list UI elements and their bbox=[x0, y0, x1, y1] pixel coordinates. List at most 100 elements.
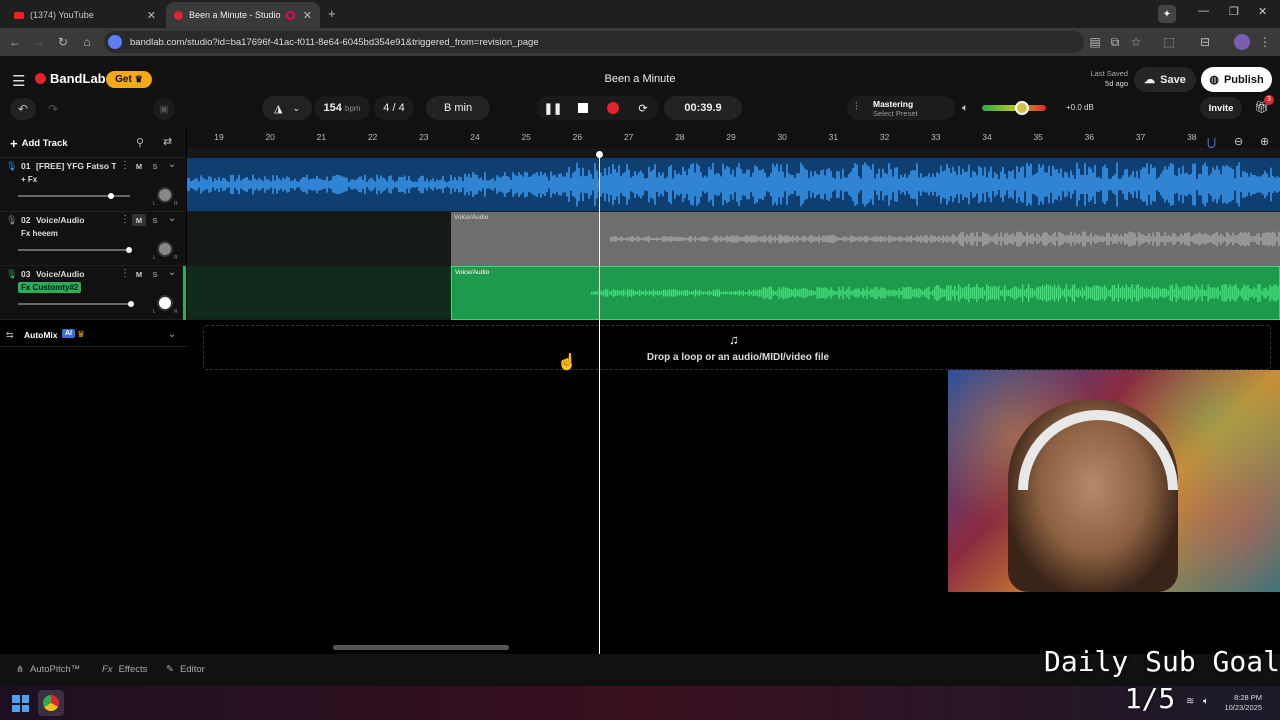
url-text: bandlab.com/studio?id=ba17696f-41ac-f011… bbox=[130, 36, 539, 48]
track-name[interactable]: Voice/Audio bbox=[36, 269, 116, 279]
url-field[interactable]: bandlab.com/studio?id=ba17696f-41ac-f011… bbox=[104, 31, 1084, 53]
track-menu-icon[interactable]: ⋮ bbox=[120, 268, 130, 279]
track-pan-knob[interactable] bbox=[157, 241, 173, 257]
key-field[interactable]: B min bbox=[426, 96, 490, 120]
tab-studio[interactable]: Been a Minute - Studio ✕ bbox=[166, 2, 320, 28]
track-fx-label[interactable]: Fx heeem bbox=[18, 228, 61, 239]
chevron-down-icon[interactable]: ⌄ bbox=[168, 267, 176, 278]
track-pan-knob[interactable] bbox=[157, 295, 173, 311]
solo-button[interactable]: S bbox=[148, 160, 162, 172]
track-02-lane[interactable]: Voice/Audio bbox=[187, 212, 1280, 266]
loop-icon[interactable]: ⟳ bbox=[628, 102, 658, 115]
extensions-icon[interactable]: ⬚ bbox=[1160, 33, 1178, 51]
back-icon[interactable]: ← bbox=[6, 33, 24, 51]
mute-button[interactable]: M bbox=[132, 214, 146, 226]
clock[interactable]: 8:28 PM 10/23/2025 bbox=[1222, 693, 1262, 713]
browser-menu-icon[interactable]: ⋮ bbox=[1256, 33, 1274, 51]
track-pan-knob[interactable] bbox=[157, 187, 173, 203]
forward-icon[interactable]: → bbox=[30, 33, 48, 51]
waveform-path bbox=[610, 231, 1280, 247]
timeline-ruler[interactable]: 19 20 21 22 23 24 25 26 27 28 29 30 31 32 33 34 35 36 37 38 bbox=[187, 128, 1280, 148]
save-button[interactable]: ☁ Save bbox=[1134, 67, 1196, 92]
minimize-icon[interactable]: — bbox=[1198, 5, 1209, 17]
chevron-down-icon[interactable]: ⌄ bbox=[168, 213, 176, 224]
solo-button[interactable]: S bbox=[148, 268, 162, 280]
record-icon[interactable] bbox=[598, 102, 628, 114]
track-menu-icon[interactable]: ⋮ bbox=[120, 214, 130, 225]
invite-button[interactable]: Invite bbox=[1200, 97, 1242, 119]
publish-button[interactable]: ◍ Publish bbox=[1201, 67, 1272, 92]
split-view-icon[interactable]: ⊟ bbox=[1196, 33, 1214, 51]
ruler-bar-number: 23 bbox=[419, 132, 429, 142]
track-03-region[interactable]: Voice/Audio bbox=[451, 266, 1280, 320]
close-tab-icon[interactable]: ✕ bbox=[147, 9, 156, 22]
track-header-02[interactable]: 🎙︎ 02 Voice/Audio ⋮ M S ⌄ Fx heeem L R bbox=[0, 212, 186, 266]
tab-youtube[interactable]: (1374) YouTube ✕ bbox=[6, 2, 164, 28]
drop-zone[interactable]: ♫ Drop a loop or an audio/MIDI/video fil… bbox=[203, 325, 1271, 370]
menu-icon[interactable]: ☰ bbox=[12, 72, 25, 90]
mute-button[interactable]: M bbox=[132, 268, 146, 280]
window-close-icon[interactable]: ✕ bbox=[1258, 5, 1267, 18]
editor-button[interactable]: ✎ Editor bbox=[166, 664, 205, 675]
cast-icon[interactable]: ⧉ bbox=[1106, 33, 1124, 51]
site-info-icon[interactable] bbox=[108, 35, 122, 49]
bookmark-star-icon[interactable]: ☆ bbox=[1127, 33, 1145, 51]
playhead[interactable] bbox=[599, 152, 600, 654]
track-name[interactable]: [FREE] YFG Fatso T... bbox=[36, 161, 116, 171]
chevron-down-icon[interactable]: ⌄ bbox=[168, 329, 176, 340]
track-01-lane[interactable] bbox=[187, 158, 1280, 212]
track-menu-icon[interactable]: ⋮ bbox=[120, 160, 130, 171]
track-volume-thumb[interactable] bbox=[108, 193, 115, 199]
reload-icon[interactable]: ↻ bbox=[54, 33, 72, 51]
mute-button[interactable]: M bbox=[132, 160, 146, 172]
playhead-handle[interactable] bbox=[596, 151, 603, 158]
solo-button[interactable]: S bbox=[148, 214, 162, 226]
track-name[interactable]: Voice/Audio bbox=[36, 215, 116, 225]
master-volume-slider[interactable] bbox=[982, 101, 1046, 115]
undo-icon[interactable]: ↶ bbox=[10, 98, 36, 120]
effects-button[interactable]: Fx Effects bbox=[102, 664, 147, 675]
track-header-03[interactable]: 🎙︎ 03 Voice/Audio ⋮ M S ⌄ Fx Customty#2 L R bbox=[0, 266, 186, 320]
mastering-button[interactable]: ⫶ Mastering Select Preset bbox=[847, 96, 955, 120]
volume-icon[interactable]: 🔈︎ bbox=[1203, 696, 1209, 707]
new-tab-icon[interactable]: + bbox=[328, 6, 336, 21]
track-volume-thumb[interactable] bbox=[125, 247, 132, 253]
speaker-mute-icon[interactable]: 🔈︎ bbox=[962, 102, 969, 115]
tools-icon[interactable]: ⚲ bbox=[136, 136, 144, 149]
close-tab-icon[interactable]: ✕ bbox=[303, 9, 312, 22]
get-membership-button[interactable]: Get ♛ bbox=[106, 71, 152, 88]
chevron-down-icon[interactable]: ⌄ bbox=[168, 159, 176, 170]
profile-avatar[interactable] bbox=[1234, 34, 1250, 50]
add-track-button[interactable]: + Add Track bbox=[10, 136, 68, 151]
track-fx-label[interactable]: + Fx bbox=[18, 174, 40, 185]
zoom-out-icon[interactable]: ⊖ bbox=[1234, 135, 1243, 148]
windows-start-icon[interactable] bbox=[12, 695, 29, 712]
track-02-region[interactable]: Voice/Audio bbox=[451, 212, 1280, 266]
track-volume-thumb[interactable] bbox=[128, 301, 134, 307]
track-fx-label[interactable]: Fx Customty#2 bbox=[18, 282, 82, 293]
chrome-taskbar-button[interactable] bbox=[38, 690, 64, 716]
pause-icon[interactable]: ❚❚ bbox=[538, 102, 568, 115]
horizontal-scrollbar[interactable] bbox=[333, 645, 509, 650]
track-volume-slider[interactable] bbox=[18, 303, 130, 305]
automix-row[interactable]: ⇆ AutoMix AI ♛ ⌄ bbox=[0, 325, 186, 347]
gemini-icon[interactable]: ✦ bbox=[1158, 5, 1176, 23]
restore-icon[interactable]: ❐ bbox=[1229, 5, 1239, 18]
track-settings-icon[interactable]: ⇄ bbox=[163, 135, 172, 148]
home-icon[interactable]: ⌂ bbox=[78, 33, 96, 51]
reading-mode-icon[interactable]: ▤ bbox=[1086, 33, 1104, 51]
time-signature-field[interactable]: 4 / 4 bbox=[374, 96, 414, 120]
track-header-01[interactable]: 🎙︎ 01 [FREE] YFG Fatso T... ⋮ M S ⌄ + Fx L R bbox=[0, 158, 186, 212]
metronome-dropdown[interactable]: ◮ ⌄ bbox=[262, 96, 312, 120]
view-toggle-icon[interactable]: ▣ bbox=[153, 98, 175, 120]
zoom-in-icon[interactable]: ⊕ bbox=[1260, 135, 1269, 148]
tempo-field[interactable]: 154 bpm bbox=[314, 96, 370, 120]
autopitch-button[interactable]: ⋔ AutoPitch™ bbox=[16, 664, 80, 675]
track-volume-slider[interactable] bbox=[18, 249, 130, 251]
ruler-spacer bbox=[187, 148, 1280, 158]
track-03-lane[interactable]: Voice/Audio bbox=[187, 266, 1280, 320]
stop-icon[interactable] bbox=[568, 103, 598, 113]
redo-icon[interactable]: ↷ bbox=[42, 98, 64, 120]
master-volume-thumb[interactable] bbox=[1014, 101, 1029, 115]
bandlab-logo[interactable]: BandLab bbox=[35, 71, 106, 86]
